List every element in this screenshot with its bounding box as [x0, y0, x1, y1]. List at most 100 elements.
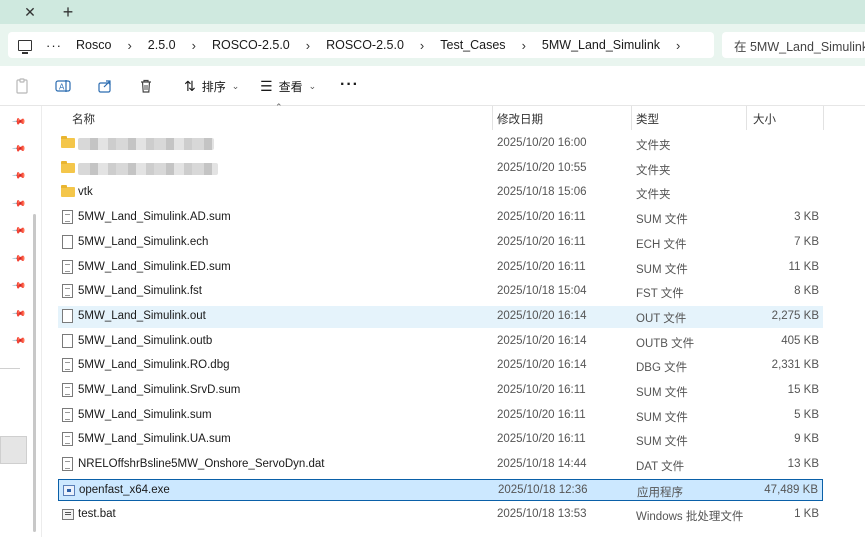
tab-bar: ✕ +	[0, 0, 865, 24]
file-row[interactable]: 5MW_Land_Simulink.sum 2025/10/20 16:11 SUM…	[58, 405, 823, 427]
file-name: 5MW_Land_Simulink.AD.sum	[78, 211, 231, 224]
navigation-pane: 📌 📌 📌 📌 📌 📌 📌 📌 📌	[0, 106, 42, 537]
file-type: SUM 文件	[636, 411, 688, 424]
breadcrumb-rosco[interactable]: Rosco	[76, 38, 111, 52]
file-row[interactable]: test.bat 2025/10/18 13:53 Windows 批处理文件 1 K…	[58, 504, 823, 526]
pin-icon[interactable]: 📌	[12, 141, 27, 156]
document-icon	[62, 432, 73, 447]
this-pc-icon[interactable]	[18, 39, 32, 54]
exe-icon	[63, 484, 75, 496]
file-type: ECH 文件	[636, 238, 687, 251]
share-icon[interactable]	[97, 78, 113, 94]
file-modified-date: 2025/10/20 16:11	[497, 433, 586, 446]
file-name: 5MW_Land_Simulink.fst	[78, 285, 202, 298]
file-size: 11 KB	[788, 260, 819, 273]
file-name: 5MW_Land_Simulink.out	[78, 309, 206, 322]
file-row[interactable]: 5MW_Land_Simulink.outb 2025/10/20 16:14 OU…	[58, 331, 823, 353]
document-icon	[62, 284, 73, 299]
file-row[interactable]: vtk 2025/10/18 15:06 文件夹	[58, 182, 823, 204]
delete-icon[interactable]	[138, 78, 154, 94]
file-size: 15 KB	[787, 384, 819, 396]
column-header-size[interactable]: 大小	[747, 106, 823, 130]
column-divider[interactable]	[823, 106, 824, 130]
column-header-name[interactable]: 名称	[58, 106, 492, 130]
chevron-right-icon[interactable]: ›	[676, 38, 680, 53]
file-size: 5 KB	[794, 408, 819, 421]
chevron-right-icon[interactable]: ›	[306, 38, 310, 53]
file-row-selected[interactable]: openfast_x64.exe 2025/10/18 12:36 应用程序 47,4…	[58, 478, 823, 501]
file-size: 2,331 KB	[771, 359, 819, 372]
file-name: openfast_x64.exe	[79, 483, 170, 496]
file-type: SUM 文件	[636, 214, 688, 227]
pin-icon[interactable]: 📌	[12, 333, 27, 348]
file-row[interactable]: 5MW_Land_Simulink.ED.sum 2025/10/20 16:11…	[58, 257, 823, 279]
new-tab-button[interactable]: +	[58, 2, 78, 22]
column-header-type[interactable]: 类型	[632, 106, 746, 130]
file-modified-date: 2025/10/20 16:14	[497, 334, 587, 347]
file-size: 47,489 KB	[764, 483, 818, 496]
pin-icon[interactable]: 📌	[12, 114, 27, 129]
address-bar[interactable]: ··· Rosco › 2.5.0 › ROSCO-2.5.0 › ROSCO-…	[8, 32, 714, 58]
pin-icon[interactable]: 📌	[12, 278, 27, 293]
redacted-folder-name	[78, 162, 218, 175]
command-bar: A ⇅ 排序 ⌄ ☰ 查看 ⌄ ···	[0, 66, 865, 106]
search-input[interactable]: 在 5MW_Land_Simulink 中搜索	[722, 32, 865, 58]
breadcrumb-overflow-button[interactable]: ···	[46, 38, 62, 53]
pin-icon[interactable]: 📌	[12, 168, 27, 183]
chevron-right-icon[interactable]: ›	[127, 38, 131, 53]
file-row[interactable]: 5MW_Land_Simulink.fst 2025/10/18 15:04 FST…	[58, 281, 823, 303]
file-row[interactable]: NRELOffshrBsline5MW_Onshore_ServoDyn.dat…	[58, 454, 823, 476]
breadcrumb-rosco-2-5-0-outer[interactable]: ROSCO-2.5.0	[212, 38, 290, 52]
file-row[interactable]: 5MW_Land_Simulink.RO.dbg 2025/10/20 16:14…	[58, 355, 823, 377]
column-header-date[interactable]: 修改日期	[493, 106, 631, 130]
file-size: 3 KB	[794, 211, 819, 224]
more-options-button[interactable]: ···	[340, 76, 359, 94]
view-button[interactable]: ☰ 查看 ⌄	[260, 76, 316, 96]
file-row[interactable]: 5MW_Land_Simulink.AD.sum 2025/10/20 16:11…	[58, 207, 823, 229]
chevron-right-icon[interactable]: ›	[420, 38, 424, 53]
pin-icon[interactable]: 📌	[12, 223, 27, 238]
nav-scrollbar[interactable]	[33, 214, 36, 532]
file-modified-date: 2025/10/18 15:06	[497, 186, 587, 199]
paste-icon[interactable]	[14, 78, 30, 94]
file-modified-date: 2025/10/20 16:11	[497, 260, 586, 273]
file-name: 5MW_Land_Simulink.outb	[78, 334, 213, 347]
nav-selected-item[interactable]	[0, 436, 27, 464]
pin-icon[interactable]: 📌	[12, 196, 27, 211]
chevron-right-icon[interactable]: ›	[522, 38, 526, 53]
breadcrumb-test-cases[interactable]: Test_Cases	[440, 38, 505, 52]
close-tab-button[interactable]: ✕	[20, 2, 40, 22]
sort-button[interactable]: ⇅ 排序 ⌄	[184, 76, 239, 96]
file-name: 5MW_Land_Simulink.ech	[78, 235, 209, 248]
chevron-down-icon: ⌄	[308, 80, 317, 91]
breadcrumb-rosco-2-5-0-inner[interactable]: ROSCO-2.5.0	[326, 38, 404, 52]
file-name: 5MW_Land_Simulink.sum	[78, 408, 212, 421]
file-name: NRELOffshrBsline5MW_Onshore_ServoDyn.dat	[78, 458, 325, 471]
file-size: 405 KB	[781, 334, 819, 347]
breadcrumb-2-5-0[interactable]: 2.5.0	[148, 38, 176, 52]
file-name: vtk	[78, 186, 93, 199]
file-modified-date: 2025/10/20 16:00	[497, 137, 587, 149]
file-type: 文件夹	[636, 140, 671, 152]
pin-icon[interactable]: 📌	[12, 251, 27, 266]
document-icon	[62, 234, 73, 249]
document-icon	[62, 383, 73, 397]
file-row[interactable]: 5MW_Land_Simulink.ech 2025/10/20 16:11 ECH…	[58, 232, 823, 254]
document-icon	[62, 210, 73, 225]
column-header-type-label: 类型	[636, 114, 659, 126]
file-row[interactable]: 5MW_Land_Simulink.UA.sum 2025/10/20 16:11…	[58, 429, 823, 451]
file-size: 2,275 KB	[771, 309, 819, 322]
chevron-right-icon[interactable]: ›	[192, 38, 196, 53]
pin-icon[interactable]: 📌	[12, 306, 27, 321]
file-row[interactable]: 2025/10/20 10:55 文件夹	[58, 158, 823, 180]
file-row[interactable]: 5MW_Land_Simulink.SrvD.sum 2025/10/20 16:…	[58, 380, 823, 402]
rename-icon[interactable]: A	[55, 78, 71, 94]
file-name: 5MW_Land_Simulink.UA.sum	[78, 433, 231, 446]
file-name: 5MW_Land_Simulink.ED.sum	[78, 260, 231, 273]
file-row[interactable]: 2025/10/20 16:00 文件夹	[58, 133, 823, 155]
file-type: 文件夹	[636, 189, 671, 202]
file-row[interactable]: 5MW_Land_Simulink.out 2025/10/20 16:14 OUT…	[58, 305, 823, 328]
breadcrumb-5mw-land-simulink[interactable]: 5MW_Land_Simulink	[542, 38, 660, 52]
batch-file-icon	[62, 508, 74, 520]
column-header-name-label: 名称	[72, 114, 95, 126]
